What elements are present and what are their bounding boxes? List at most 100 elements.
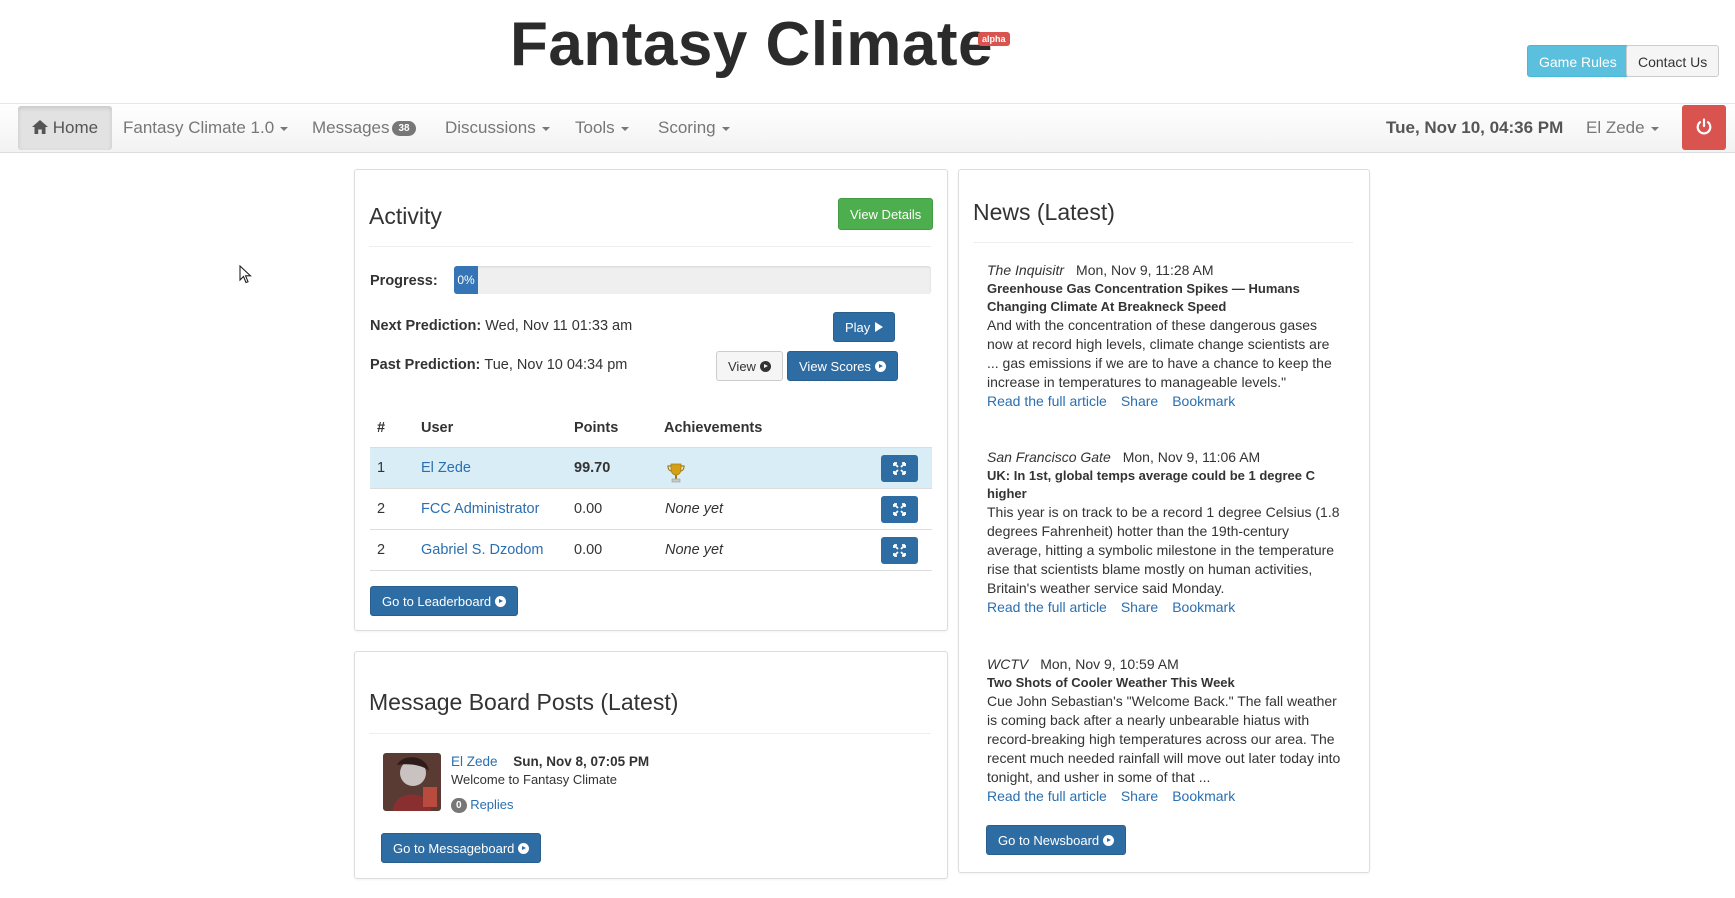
activity-title: Activity xyxy=(369,203,442,229)
column-header-achievements: Achievements xyxy=(664,420,763,436)
nav-fantasy-climate-dropdown[interactable]: Fantasy Climate 1.0 xyxy=(123,104,289,152)
nav-datetime: Tue, Nov 10, 04:36 PM xyxy=(1386,118,1564,137)
expand-icon xyxy=(893,544,906,557)
table-row: 1 El Zede 99.70 xyxy=(370,447,932,488)
column-header-points: Points xyxy=(574,420,619,436)
past-prediction: Past Prediction: Tue, Nov 10 04:34 pm xyxy=(370,357,627,373)
share-link[interactable]: Share xyxy=(1121,393,1158,409)
caret-down-icon xyxy=(541,126,550,131)
bookmark-link[interactable]: Bookmark xyxy=(1172,393,1235,409)
game-rules-button[interactable]: Game Rules xyxy=(1527,45,1629,77)
nav-home[interactable]: Home xyxy=(18,106,113,150)
circle-arrow-right-icon xyxy=(518,843,530,854)
row-points: 0.00 xyxy=(574,542,603,558)
share-link[interactable]: Share xyxy=(1121,788,1158,804)
view-scores-button[interactable]: View Scores xyxy=(787,351,899,381)
expand-button[interactable] xyxy=(881,496,918,523)
next-prediction: Next Prediction: Wed, Nov 11 01:33 am xyxy=(370,318,632,334)
nav-scoring-dropdown[interactable]: Scoring xyxy=(658,104,730,152)
expand-button[interactable] xyxy=(881,455,918,482)
view-scores-button-label: View Scores xyxy=(799,359,872,374)
expand-button[interactable] xyxy=(881,537,918,564)
caret-down-icon xyxy=(1650,126,1659,131)
nav-fantasy-climate-label: Fantasy Climate 1.0 xyxy=(123,118,275,137)
replies-link[interactable]: Replies xyxy=(470,797,513,812)
caret-down-icon xyxy=(620,126,629,131)
caret-down-icon xyxy=(721,126,730,131)
news-headline: UK: In 1st, global temps average could b… xyxy=(987,468,1315,501)
progress-bar-fill: 0% xyxy=(454,266,478,294)
row-user-link[interactable]: Gabriel S. Dzodom xyxy=(421,530,544,570)
go-to-newsboard-label: Go to Newsboard xyxy=(998,833,1100,848)
row-achievements: None yet xyxy=(665,542,724,558)
past-prediction-label: Past Prediction: xyxy=(370,357,481,373)
news-title: News (Latest) xyxy=(973,199,1115,225)
play-button[interactable]: Play xyxy=(833,312,896,342)
bookmark-link[interactable]: Bookmark xyxy=(1172,599,1235,615)
news-source: San Francisco Gate xyxy=(987,449,1111,465)
bookmark-link[interactable]: Bookmark xyxy=(1172,788,1235,804)
go-to-newsboard-button[interactable]: Go to Newsboard xyxy=(986,825,1127,855)
go-to-messageboard-button[interactable]: Go to Messageboard xyxy=(381,833,542,863)
post-replies[interactable]: 0 Replies xyxy=(451,797,514,814)
row-user-link[interactable]: FCC Administrator xyxy=(421,489,539,529)
next-prediction-value: Wed, Nov 11 01:33 am xyxy=(485,318,633,334)
row-rank: 2 xyxy=(377,501,386,517)
nav-tools-label: Tools xyxy=(575,118,615,137)
read-article-link[interactable]: Read the full article xyxy=(987,393,1107,409)
reply-count-badge: 0 xyxy=(451,798,467,814)
news-source: The Inquisitr xyxy=(987,262,1065,278)
activity-divider xyxy=(369,246,931,247)
message-board-divider xyxy=(369,733,931,734)
row-achievements: None yet xyxy=(665,501,724,517)
go-to-leaderboard-button[interactable]: Go to Leaderboard xyxy=(370,586,519,616)
news-item: San Francisco Gate Mon, Nov 9, 11:06 AM U… xyxy=(987,448,1342,617)
column-header-rank: # xyxy=(377,420,386,436)
post-date: Sun, Nov 8, 07:05 PM xyxy=(513,754,650,769)
row-points: 99.70 xyxy=(574,460,611,476)
home-icon xyxy=(32,120,48,134)
contact-us-button[interactable]: Contact Us xyxy=(1626,45,1720,77)
go-to-leaderboard-label: Go to Leaderboard xyxy=(382,594,492,609)
news-source: WCTV xyxy=(987,656,1029,672)
app-title: Fantasy Climate xyxy=(510,10,994,79)
go-to-messageboard-label: Go to Messageboard xyxy=(393,841,515,856)
view-details-button[interactable]: View Details xyxy=(838,198,934,230)
nav-user-dropdown[interactable]: El Zede xyxy=(1586,104,1659,152)
post-header: El Zede Sun, Nov 8, 07:05 PM xyxy=(451,754,649,769)
messages-count-badge: 38 xyxy=(392,121,416,137)
row-points: 0.00 xyxy=(574,501,603,517)
news-divider xyxy=(973,242,1353,243)
nav-tools-dropdown[interactable]: Tools xyxy=(575,104,629,152)
nav-home-label: Home xyxy=(52,118,99,137)
news-item: WCTV Mon, Nov 9, 10:59 AM Two Shots of Co… xyxy=(987,655,1342,806)
view-button-label: View xyxy=(728,359,756,374)
expand-icon xyxy=(893,503,906,516)
nav-user-label: El Zede xyxy=(1586,118,1645,137)
navbar: Home Fantasy Climate 1.0 Messages 38 Disc… xyxy=(0,103,1735,153)
nav-scoring-label: Scoring xyxy=(658,118,716,137)
nav-messages[interactable]: Messages 38 xyxy=(312,104,416,152)
row-user-link[interactable]: El Zede xyxy=(421,448,471,488)
news-headline: Greenhouse Gas Concentration Spikes — Hu… xyxy=(987,281,1300,314)
progress-bar: 0% xyxy=(454,266,931,294)
nav-discussions-label: Discussions xyxy=(445,118,536,137)
news-date: Mon, Nov 9, 11:28 AM xyxy=(1076,262,1214,278)
progress-label: Progress: xyxy=(370,273,438,289)
view-button[interactable]: View xyxy=(716,351,783,381)
nav-messages-label: Messages xyxy=(312,118,390,137)
mouse-cursor-icon xyxy=(239,264,252,288)
share-link[interactable]: Share xyxy=(1121,599,1158,615)
circle-arrow-right-icon xyxy=(495,596,507,607)
news-date: Mon, Nov 9, 10:59 AM xyxy=(1040,656,1179,672)
news-body: This year is on track to be a record 1 d… xyxy=(987,504,1340,596)
circle-arrow-right-icon xyxy=(875,361,887,372)
next-prediction-label: Next Prediction: xyxy=(370,318,482,334)
read-article-link[interactable]: Read the full article xyxy=(987,788,1107,804)
read-article-link[interactable]: Read the full article xyxy=(987,599,1107,615)
logout-button[interactable] xyxy=(1682,105,1726,150)
nav-discussions-dropdown[interactable]: Discussions xyxy=(445,104,550,152)
alpha-badge: alpha xyxy=(978,32,1010,46)
avatar xyxy=(383,753,441,811)
post-author-link[interactable]: El Zede xyxy=(451,754,498,769)
